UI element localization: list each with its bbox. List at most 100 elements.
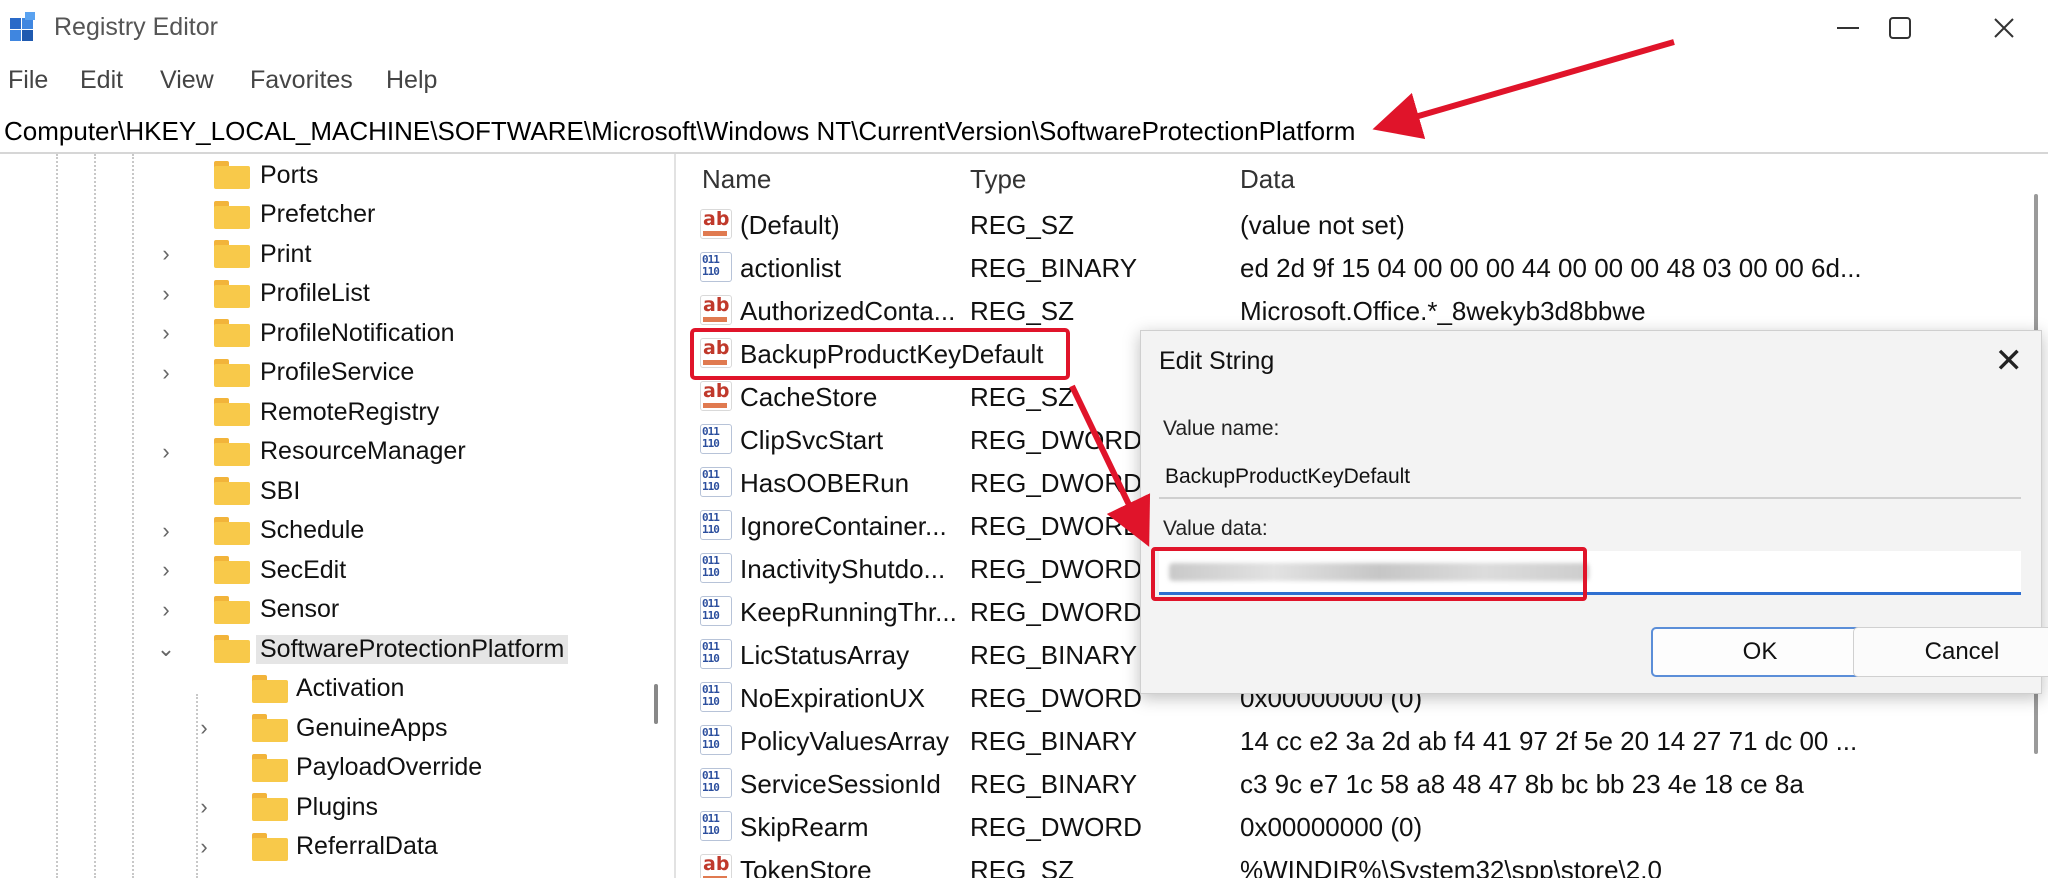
value-type: REG_DWORD: [970, 425, 1142, 455]
expander-icon[interactable]: ›: [194, 834, 214, 860]
value-type: REG_DWORD: [970, 511, 1142, 541]
tree-item-label: Plugins: [296, 792, 378, 821]
tree-item-label: Activation: [296, 674, 405, 702]
expander-icon[interactable]: ›: [156, 241, 176, 267]
value-name-field: BackupProductKeyDefault: [1159, 455, 2021, 499]
folder-icon: [214, 240, 250, 268]
expander-icon[interactable]: ›: [194, 794, 214, 820]
value-row[interactable]: 011 110 actionlist REG_BINARY ed 2d 9f 15 04…: [676, 245, 2048, 287]
value-row[interactable]: ab (Default) REG_SZ (value not set): [676, 202, 2048, 244]
folder-icon: [252, 714, 288, 742]
menu-edit[interactable]: Edit: [80, 66, 123, 95]
window-title: Registry Editor: [54, 13, 218, 41]
tree-item-profilelist[interactable]: › ProfileList: [0, 275, 660, 313]
tree-item-label: ProfileService: [260, 358, 415, 386]
key-tree[interactable]: Ports Prefetcher › Print › ProfileList › Profil…: [0, 154, 674, 878]
selected-value-highlight: [690, 328, 1070, 380]
tree-item-activation[interactable]: Activation: [0, 670, 660, 708]
tree-item-label: PayloadOverride: [296, 753, 483, 781]
folder-icon: [214, 556, 250, 584]
value-type: REG_SZ: [970, 210, 1075, 240]
tree-item-label: Ports: [260, 160, 319, 189]
folder-icon: [252, 753, 288, 782]
expander-icon[interactable]: ›: [156, 320, 176, 346]
string-value-icon: ab: [700, 853, 732, 878]
value-name: SkipRearm: [740, 812, 869, 842]
folder-icon: [214, 279, 250, 308]
menu-favorites[interactable]: Favorites: [250, 66, 353, 95]
value-row[interactable]: 011 110 SkipRearm REG_DWORD 0x00000000 (0): [676, 804, 2048, 846]
value-name: actionlist: [740, 253, 842, 283]
string-value-icon: ab: [700, 380, 732, 411]
tree-scrollbar[interactable]: [654, 684, 658, 724]
expander-icon[interactable]: ›: [194, 715, 214, 741]
value-name: IgnoreContainer...: [740, 511, 947, 541]
tree-item-profilenotification[interactable]: › ProfileNotification: [0, 314, 660, 352]
value-data: 0x00000000 (0): [1240, 812, 1423, 842]
value-name: PolicyValuesArray: [740, 726, 950, 756]
tree-item-payloadoverride[interactable]: PayloadOverride: [0, 749, 660, 787]
tree-item-schedule[interactable]: › Schedule: [0, 512, 660, 550]
tree-item-referraldata[interactable]: › ReferralData: [0, 828, 660, 866]
binary-value-icon: 011 110: [700, 639, 732, 669]
value-type: REG_BINARY: [970, 640, 1138, 670]
column-data-header[interactable]: Data: [1240, 164, 1295, 195]
expander-icon[interactable]: ›: [156, 281, 176, 307]
tree-item-print[interactable]: › Print: [0, 235, 660, 273]
string-value-icon: ab: [700, 294, 732, 325]
tree-item-sensor[interactable]: › Sensor: [0, 591, 660, 629]
close-icon[interactable]: ✕: [1995, 341, 2024, 381]
value-row[interactable]: 011 110 PolicyValuesArray REG_BINARY 14 cc e…: [676, 718, 2048, 760]
ok-button[interactable]: OK: [1651, 627, 1869, 677]
tree-item-label: ReferralData: [296, 832, 438, 860]
expander-icon[interactable]: ›: [156, 557, 176, 583]
maximize-icon[interactable]: [1868, 6, 1932, 50]
value-name: CacheStore: [740, 382, 878, 412]
tree-item-sbi[interactable]: SBI: [0, 472, 660, 510]
menu-help[interactable]: Help: [386, 66, 437, 95]
value-name: NoExpirationUX: [740, 683, 925, 713]
tree-item-label: Schedule: [260, 516, 365, 544]
tree-item-profileservice[interactable]: › ProfileService: [0, 354, 660, 392]
expander-icon[interactable]: ›: [156, 518, 176, 544]
folder-icon: [214, 319, 250, 347]
address-path[interactable]: Computer\HKEY_LOCAL_MACHINE\SOFTWARE\Mic…: [4, 116, 1355, 147]
menu-view[interactable]: View: [160, 66, 214, 95]
value-name: InactivityShutdo...: [740, 554, 946, 584]
tree-item-plugins[interactable]: › Plugins: [0, 788, 660, 826]
tree-item-remoteregistry[interactable]: RemoteRegistry: [0, 393, 660, 431]
cancel-button[interactable]: Cancel: [1853, 627, 2048, 677]
tree-item-softwareprotectionplatform[interactable]: ⌄ SoftwareProtectionPlatform: [0, 630, 660, 668]
folder-icon: [214, 595, 250, 624]
folder-icon: [214, 477, 250, 505]
expander-icon[interactable]: ›: [156, 439, 176, 465]
title-bar: Registry Editor: [0, 0, 2048, 58]
value-row[interactable]: ab TokenStore REG_SZ %WINDIR%\System32\spp\…: [676, 847, 2048, 878]
column-type-header[interactable]: Type: [970, 164, 1026, 195]
value-name-label: Value name:: [1163, 417, 1280, 440]
folder-icon: [214, 200, 250, 229]
tree-item-label: SoftwareProtectionPlatform: [256, 634, 569, 664]
column-name-header[interactable]: Name: [702, 164, 771, 195]
value-type: REG_DWORD: [970, 812, 1142, 842]
tree-item-prefetcher[interactable]: Prefetcher: [0, 196, 660, 234]
tree-item-label: Print: [260, 239, 312, 268]
tree-item-secedit[interactable]: › SecEdit: [0, 551, 660, 589]
value-type: REG_DWORD: [970, 468, 1142, 498]
binary-value-icon: 011 110: [700, 725, 732, 755]
expander-icon[interactable]: ›: [156, 597, 176, 623]
tree-item-genuineapps[interactable]: › GenuineApps: [0, 709, 660, 747]
tree-item-ports[interactable]: Ports: [0, 156, 660, 194]
address-bar[interactable]: Computer\HKEY_LOCAL_MACHINE\SOFTWARE\Mic…: [0, 112, 2048, 152]
folder-icon: [214, 161, 250, 189]
value-row[interactable]: 011 110 ServiceSessionId REG_BINARY c3 9c e7…: [676, 761, 2048, 803]
close-icon[interactable]: [1972, 6, 2036, 50]
binary-value-icon: 011 110: [700, 682, 732, 712]
value-type: REG_SZ: [970, 382, 1075, 412]
binary-value-icon: 011 110: [700, 467, 732, 497]
expander-icon[interactable]: ›: [156, 360, 176, 386]
value-row[interactable]: ab AuthorizedConta... REG_SZ Microsoft.Offi…: [676, 288, 2048, 330]
menu-file[interactable]: File: [8, 66, 48, 95]
tree-item-resourcemanager[interactable]: › ResourceManager: [0, 433, 660, 471]
expander-icon[interactable]: ⌄: [156, 636, 176, 662]
